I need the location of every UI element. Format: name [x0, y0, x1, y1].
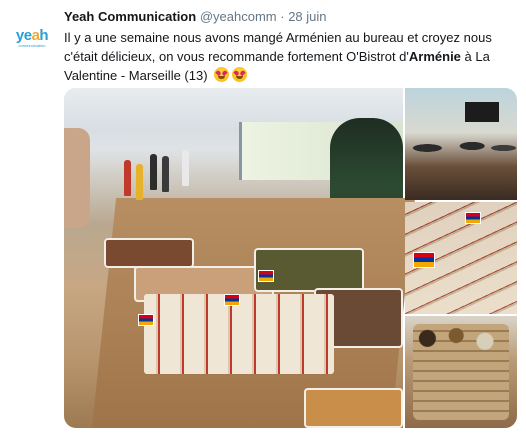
heart-eyes-emoji — [214, 67, 230, 82]
author-handle[interactable]: @yeahcomm — [200, 9, 277, 24]
wraps-tray-photo[interactable] — [405, 202, 517, 314]
avatar[interactable]: yeah communication — [12, 18, 52, 58]
separator-dot: · — [280, 9, 285, 24]
armenian-flag — [465, 212, 481, 224]
armenian-flag — [224, 294, 240, 306]
dishes-overhead-photo[interactable] — [405, 316, 517, 428]
tweet-text-bold: Arménie — [408, 49, 461, 64]
tweet: Yeah Communication @yeahcomm · 28 juin I… — [64, 8, 514, 85]
logo-tagline: communication — [18, 42, 46, 48]
heart-eyes-emoji — [232, 67, 248, 82]
tweet-header: Yeah Communication @yeahcomm · 28 juin — [64, 8, 514, 26]
armenian-flag — [138, 314, 154, 326]
office-team-photo[interactable] — [405, 88, 517, 200]
author-name[interactable]: Yeah Communication — [64, 9, 196, 24]
office-buffet-photo[interactable] — [64, 88, 416, 428]
tweet-text: Il y a une semaine nous avons mangé Armé… — [64, 28, 510, 85]
yeah-logo: yeah — [15, 26, 49, 44]
tweet-date[interactable]: 28 juin — [288, 9, 326, 24]
armenian-flag — [413, 252, 435, 268]
media-grid[interactable] — [64, 88, 517, 428]
armenian-flag — [258, 270, 274, 282]
